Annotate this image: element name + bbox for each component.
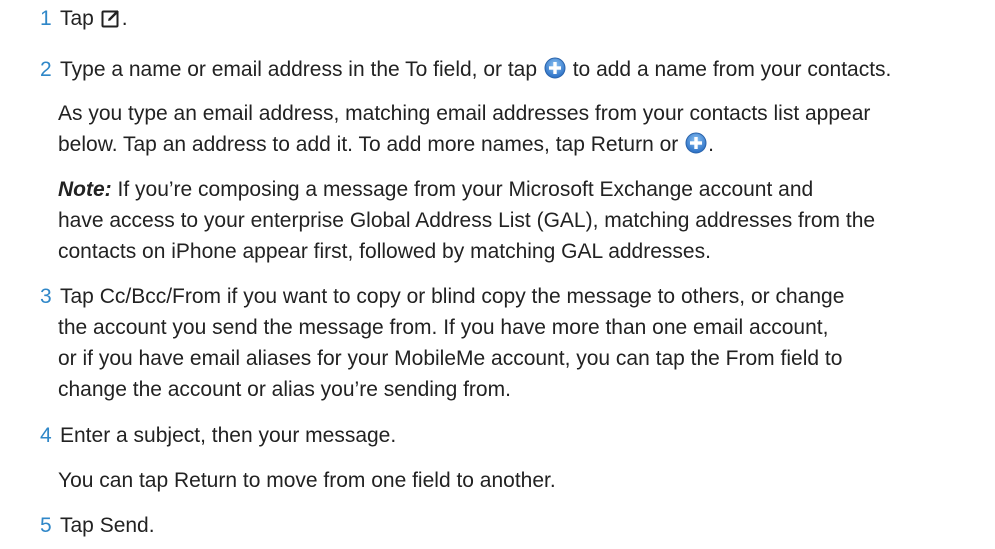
note-line-2: have access to your enterprise Global Ad… [58, 209, 876, 232]
detail-text-end: . [708, 133, 714, 156]
step-number: 5 [40, 514, 52, 537]
step-number: 3 [40, 285, 52, 308]
note-label: Note: [58, 178, 112, 201]
instructions-document: 1 Tap . 2 Type a name or email address in … [0, 0, 995, 549]
step-2: 2 Type a name or email address in the To … [40, 57, 891, 86]
step-4-detail: You can tap Return to move from one fiel… [58, 469, 556, 492]
compose-icon [101, 8, 121, 35]
step-text: Tap Cc/Bcc/From if you want to copy or b… [60, 285, 845, 308]
step-text: Type a name or email address in the To f… [60, 58, 543, 81]
step-number: 2 [40, 58, 52, 81]
step-4: 4 Enter a subject, then your message. [40, 423, 396, 449]
step-3-line-3: or if you have email aliases for your Mo… [58, 347, 843, 370]
step-2-detail-line-1: As you type an email address, matching e… [58, 102, 871, 125]
note-text: If you’re composing a message from your … [111, 178, 814, 201]
step-3-line-4: change the account or alias you’re sendi… [58, 378, 511, 401]
step-text: Tap [60, 7, 100, 30]
step-text-end: . [121, 7, 128, 30]
step-2-detail-line-2: below. Tap an address to add it. To add … [58, 132, 714, 161]
step-3-line-2: the account you send the message from. I… [58, 316, 829, 339]
step-text-end: to add a name from your contacts. [566, 58, 892, 81]
step-text: Tap Send. [60, 514, 155, 537]
step-5: 5 Tap Send. [40, 513, 155, 539]
step-1: 1 Tap . [40, 6, 128, 35]
note-line-3: contacts on iPhone appear first, followe… [58, 240, 711, 263]
add-contact-icon [685, 132, 707, 161]
step-3: 3 Tap Cc/Bcc/From if you want to copy or … [40, 284, 844, 310]
detail-text: below. Tap an address to add it. To add … [58, 133, 685, 156]
add-contact-icon [544, 57, 566, 86]
step-number: 1 [40, 7, 52, 30]
step-number: 4 [40, 424, 52, 447]
note-line-1: Note: If you’re composing a message from… [58, 177, 813, 203]
step-text: Enter a subject, then your message. [60, 424, 397, 447]
